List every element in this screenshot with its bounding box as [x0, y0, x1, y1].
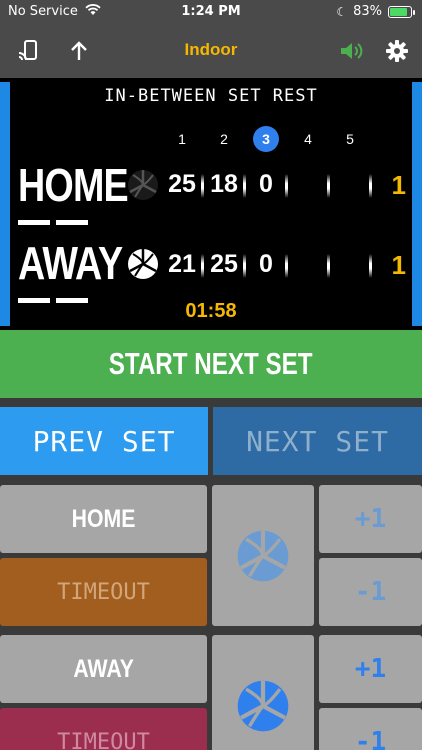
gear-icon[interactable] — [382, 36, 412, 66]
set-number-1: 1 — [178, 131, 186, 147]
home-team-label: HOME — [71, 504, 136, 533]
score-separator — [285, 174, 288, 198]
set-number-5: 5 — [346, 131, 354, 147]
score-separator — [327, 174, 330, 198]
volleyball-icon — [128, 249, 158, 279]
speaker-icon[interactable] — [336, 36, 366, 66]
score-separator — [327, 254, 330, 278]
home-timeout-indicator-2 — [56, 220, 88, 225]
prev-set-button[interactable]: PREV SET — [0, 407, 208, 475]
score-separator — [201, 174, 204, 198]
plus-one-label: +1 — [354, 654, 387, 684]
home-sets-won: 1 — [391, 170, 406, 200]
scoreboard-right-bar — [412, 82, 422, 326]
score-separator — [285, 254, 288, 278]
away-score-set-2: 25 — [210, 250, 238, 278]
scoreboard-left-bar — [0, 82, 10, 326]
home-score-set-2: 18 — [210, 170, 238, 198]
score-separator — [369, 174, 372, 198]
score-separator — [369, 254, 372, 278]
minus-one-label: -1 — [354, 727, 387, 750]
set-number-4: 4 — [304, 131, 312, 147]
moon-icon: ☾ — [336, 4, 348, 19]
score-separator — [201, 254, 204, 278]
score-separator — [243, 254, 246, 278]
away-timeout-label: TIMEOUT — [57, 729, 150, 750]
away-score-set-3: 0 — [259, 250, 273, 278]
plus-one-label: +1 — [354, 504, 387, 534]
prev-set-label: PREV SET — [32, 424, 176, 458]
home-team-name: HOME — [18, 159, 129, 211]
volleyball-icon — [237, 680, 289, 731]
battery-icon — [388, 5, 415, 18]
away-team-button[interactable]: AWAY — [0, 635, 207, 703]
home-team-button[interactable]: HOME — [0, 485, 207, 553]
top-toolbar: Indoor — [0, 24, 422, 78]
scoreboard: IN-BETWEEN SET REST 1 2 3 4 5 HOME 25 18… — [0, 78, 422, 330]
volleyball-icon — [237, 530, 289, 581]
away-score-set-1: 21 — [168, 250, 196, 278]
home-timeout-label: TIMEOUT — [57, 579, 150, 605]
set-number-3-current: 3 — [253, 126, 279, 152]
away-team-label: AWAY — [73, 654, 134, 683]
battery-percent: 83% — [353, 4, 382, 19]
next-set-label: NEXT SET — [246, 424, 389, 458]
start-next-set-button[interactable]: START NEXT SET — [0, 330, 422, 398]
away-serve-button[interactable] — [212, 635, 314, 750]
away-minus-one-button[interactable]: -1 — [319, 708, 422, 750]
home-serve-button[interactable] — [212, 485, 314, 626]
away-timeout-button[interactable]: TIMEOUT — [0, 708, 207, 750]
home-score-set-3: 0 — [259, 170, 273, 198]
home-timeout-indicator-1 — [18, 220, 50, 225]
set-number-2: 2 — [220, 131, 228, 147]
next-set-button[interactable]: NEXT SET — [213, 407, 422, 475]
home-timeout-button[interactable]: TIMEOUT — [0, 558, 207, 626]
rest-timer: 01:58 — [185, 300, 237, 322]
start-next-set-label: START NEXT SET — [109, 346, 313, 381]
status-right: ☾ 83% — [336, 4, 415, 19]
scoreboard-caption: IN-BETWEEN SET REST — [104, 86, 318, 106]
home-plus-one-button[interactable]: +1 — [319, 485, 422, 553]
home-minus-one-button[interactable]: -1 — [319, 558, 422, 626]
score-separator — [243, 174, 246, 198]
away-sets-won: 1 — [391, 250, 406, 280]
home-score-set-1: 25 — [168, 170, 196, 198]
away-plus-one-button[interactable]: +1 — [319, 635, 422, 703]
away-team-name: AWAY — [18, 237, 123, 289]
status-bar: No Service 1:24 PM ☾ 83% — [0, 0, 422, 24]
minus-one-label: -1 — [354, 577, 387, 607]
volleyball-icon — [128, 170, 158, 200]
